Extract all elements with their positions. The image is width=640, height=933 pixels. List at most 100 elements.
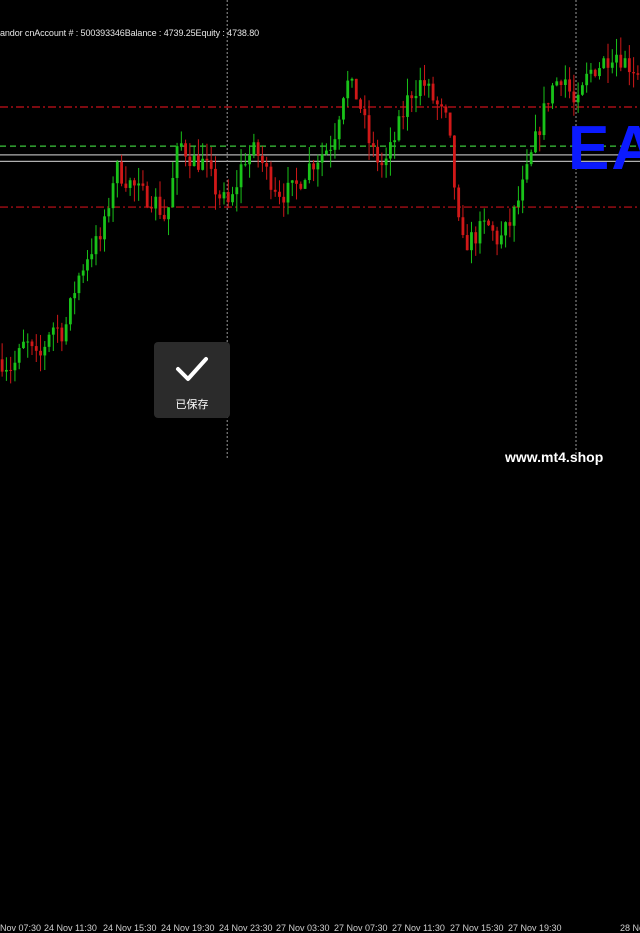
candle-body xyxy=(487,220,490,226)
x-tick-label: 27 Nov 03:30 xyxy=(276,923,330,933)
candle-body xyxy=(188,156,192,167)
candle-body xyxy=(474,232,478,244)
candle-body xyxy=(128,180,132,188)
candle-body xyxy=(623,58,627,68)
candle-body xyxy=(320,154,324,163)
candle-body xyxy=(615,54,618,63)
candle-body xyxy=(256,142,260,157)
candle-body xyxy=(90,254,94,260)
candle-body xyxy=(154,196,158,209)
candle-body xyxy=(133,180,136,186)
candle-body xyxy=(384,158,388,166)
candle-body xyxy=(13,362,17,371)
candle-body xyxy=(367,115,371,144)
candle-body xyxy=(218,194,222,199)
candle-body xyxy=(278,191,281,197)
candle-body xyxy=(34,346,38,351)
candle-body xyxy=(111,183,115,209)
candle-body xyxy=(606,58,610,68)
x-tick-label: 24 Nov 15:30 xyxy=(103,923,157,933)
candle-body xyxy=(521,179,525,201)
candle-body xyxy=(39,350,42,356)
candle-body xyxy=(235,187,239,195)
candle-body xyxy=(568,79,571,92)
candle-body xyxy=(589,69,593,74)
candle-body xyxy=(5,369,8,372)
x-tick-label: 27 Nov 11:30 xyxy=(392,923,445,933)
candle-body xyxy=(316,162,320,170)
candle-body xyxy=(397,116,401,141)
candle-body xyxy=(22,341,25,349)
candle-body xyxy=(461,217,465,236)
candle-body xyxy=(56,327,59,329)
candle-body xyxy=(282,196,286,203)
candle-body xyxy=(418,80,422,97)
candle-body xyxy=(69,298,72,325)
candle-body xyxy=(231,194,234,203)
candle-body xyxy=(342,98,345,120)
candle-body xyxy=(209,160,213,169)
candle-body xyxy=(197,155,200,170)
candle-body xyxy=(495,230,499,245)
candle-body xyxy=(546,103,550,105)
candle-body xyxy=(529,152,533,165)
x-tick-label: 27 Nov 15:30 xyxy=(450,923,504,933)
candle-body xyxy=(94,236,98,255)
candle-body xyxy=(179,143,183,147)
candlestick-chart[interactable] xyxy=(0,0,640,480)
candle-body xyxy=(43,346,47,356)
candle-body xyxy=(0,359,4,372)
candle-body xyxy=(555,81,559,86)
x-tick-label: 27 Nov 07:30 xyxy=(334,923,388,933)
candle-body xyxy=(440,104,443,107)
candle-body xyxy=(64,324,68,342)
candle-body xyxy=(307,163,311,181)
candle-body xyxy=(465,235,469,251)
candle-body xyxy=(525,164,529,180)
account-info: andor cnAccount # : 500393346Balance : 4… xyxy=(0,28,260,38)
candle-body xyxy=(17,348,21,363)
watermark: www.mt4.shop xyxy=(505,449,604,465)
candle-body xyxy=(295,180,298,184)
candle-body xyxy=(261,156,264,164)
candle-body xyxy=(269,166,273,190)
candle-body xyxy=(585,73,589,86)
candle-body xyxy=(593,69,597,77)
candle-body xyxy=(162,214,166,220)
candle-body xyxy=(576,94,580,103)
candle-body xyxy=(60,327,64,342)
candle-body xyxy=(508,222,512,226)
candle-body xyxy=(150,206,153,209)
x-tick-label: 27 Nov 19:30 xyxy=(508,923,562,933)
candle-body xyxy=(435,100,439,105)
candle-body xyxy=(167,207,170,220)
candle-body xyxy=(171,177,175,208)
candle-body xyxy=(551,85,554,104)
candle-body xyxy=(107,208,111,217)
candle-body xyxy=(51,327,55,335)
candle-body xyxy=(470,232,473,251)
candle-body xyxy=(201,158,205,170)
candle-body xyxy=(337,119,341,140)
candle-body xyxy=(359,99,362,109)
candle-body xyxy=(572,91,576,103)
candle-body xyxy=(517,200,520,207)
candle-body xyxy=(86,259,89,271)
candle-body xyxy=(478,221,482,244)
candle-body xyxy=(325,150,328,155)
x-tick-label: 24 Nov 11:30 xyxy=(44,923,97,933)
candle-body xyxy=(248,154,251,165)
candle-body xyxy=(175,146,179,178)
candle-body xyxy=(406,95,409,117)
x-tick-label: 28 Nov xyxy=(620,923,640,933)
candle-body xyxy=(329,149,333,151)
candle-body xyxy=(214,168,217,195)
candles xyxy=(0,37,640,384)
candle-body xyxy=(491,225,495,231)
candle-body xyxy=(303,180,307,189)
candle-body xyxy=(252,142,256,155)
candle-body xyxy=(423,80,426,86)
candle-body xyxy=(542,103,546,136)
candle-body xyxy=(77,275,81,294)
candle-body xyxy=(346,80,350,99)
